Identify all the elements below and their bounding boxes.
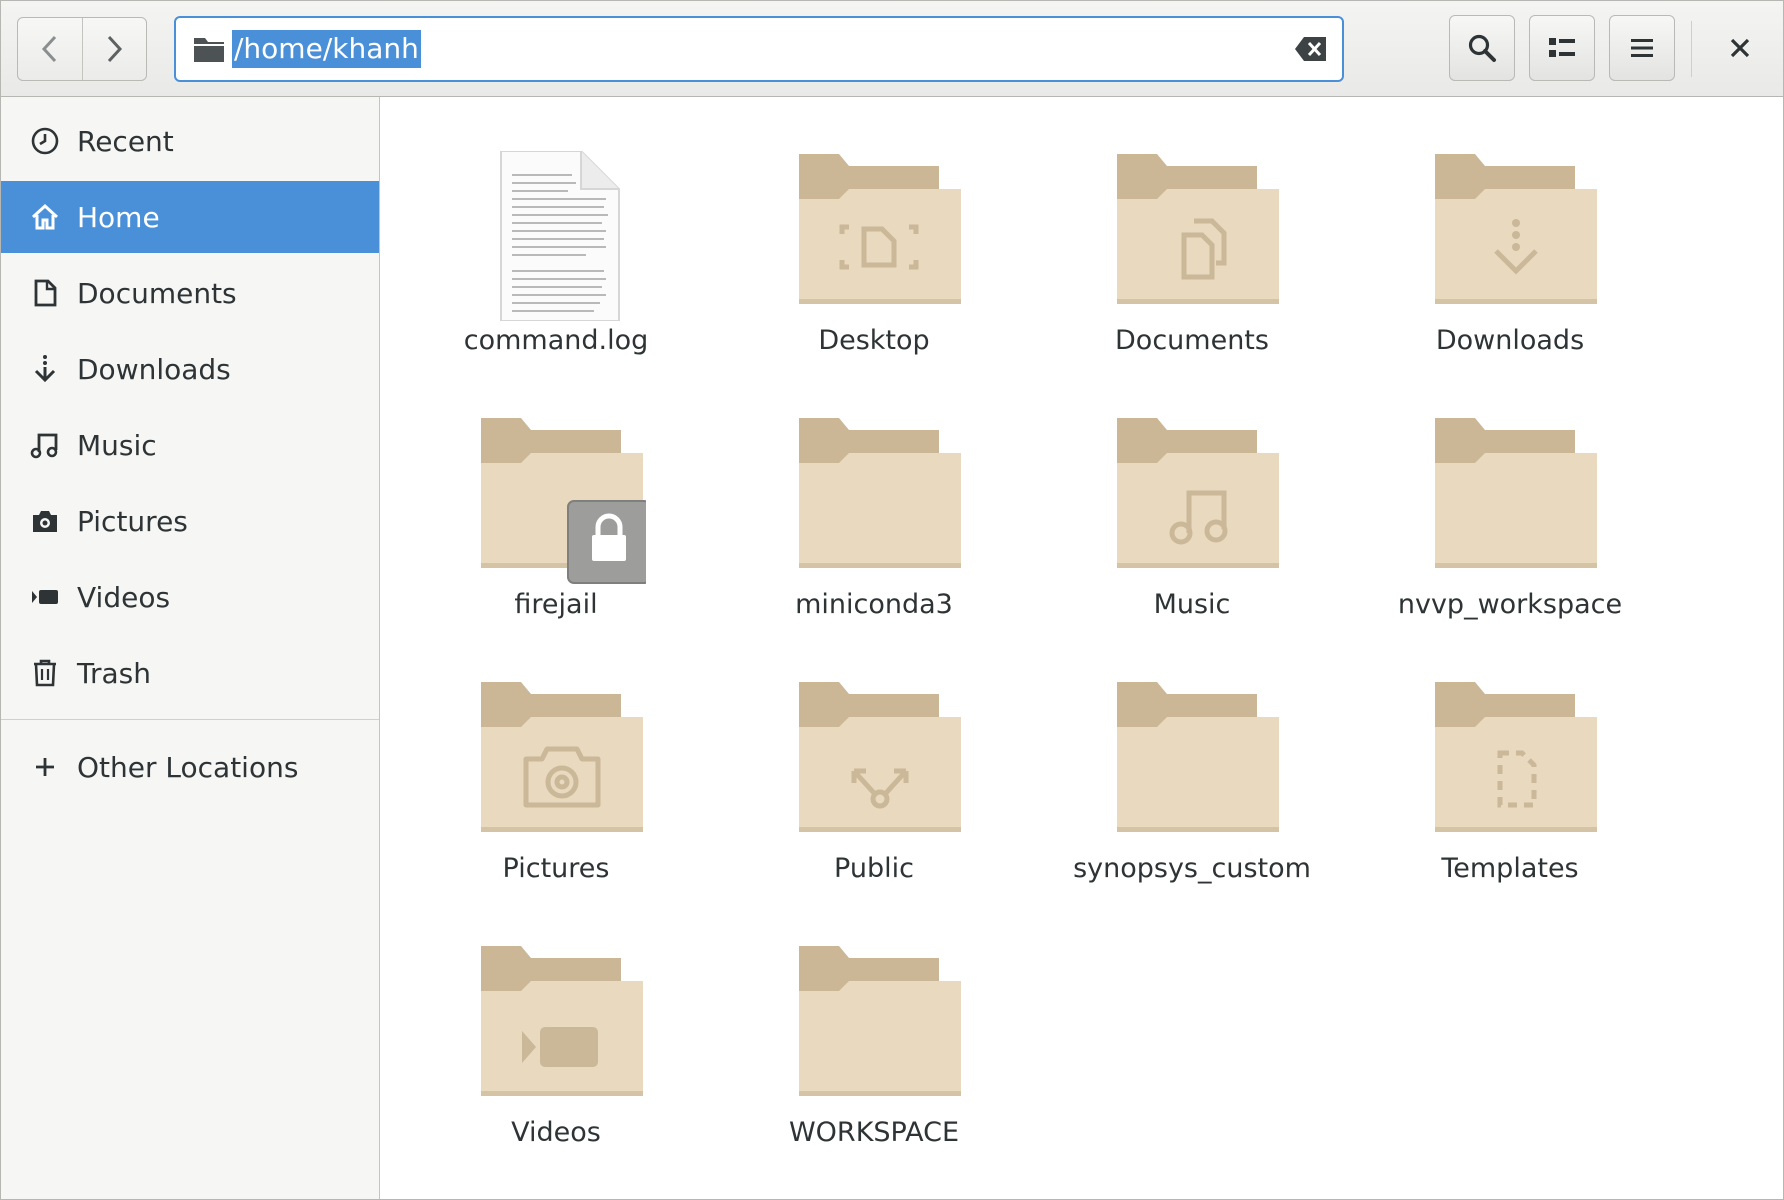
clear-text-icon[interactable] (1294, 34, 1328, 64)
menu-button[interactable] (1609, 15, 1675, 81)
sidebar-item-documents[interactable]: Documents (1, 257, 379, 329)
folder-name: Public (834, 853, 914, 884)
folder-icon (1112, 679, 1282, 849)
documents-folder-icon (1112, 151, 1282, 321)
folder-name: Desktop (818, 325, 930, 356)
folder-item-public[interactable]: Public (744, 645, 1004, 895)
folder-name: synopsys_custom (1073, 853, 1311, 884)
clock-icon (29, 125, 61, 157)
folder-name: Templates (1441, 853, 1579, 884)
music-icon (29, 429, 61, 461)
templates-folder-icon (1430, 679, 1600, 849)
forward-button[interactable] (81, 18, 147, 80)
folder-item-videos[interactable]: Videos (426, 909, 686, 1159)
folder-icon (794, 943, 964, 1113)
sidebar-item-label: Home (77, 200, 160, 234)
sidebar-item-home[interactable]: Home (1, 181, 379, 253)
folder-name: firejail (514, 589, 598, 620)
sidebar-separator (1, 719, 379, 720)
sidebar-item-label: Other Locations (77, 750, 299, 784)
close-icon (1729, 37, 1751, 59)
folder-name: Downloads (1435, 325, 1585, 356)
folder-name: Music (1153, 589, 1231, 620)
chevron-right-icon (103, 34, 125, 64)
sidebar-item-label: Music (77, 428, 157, 462)
folder-item-nvvp-workspace[interactable]: nvvp_workspace (1380, 381, 1640, 631)
sidebar-item-label: Downloads (77, 352, 231, 386)
view-toggle-button[interactable] (1529, 15, 1595, 81)
desktop-folder-icon (794, 151, 964, 321)
music-folder-icon (1112, 415, 1282, 585)
places-sidebar: Recent Home Documents Downloads Music Pi… (1, 97, 380, 1199)
sidebar-item-pictures[interactable]: Pictures (1, 485, 379, 557)
video-icon (29, 581, 61, 613)
sidebar-item-other-locations[interactable]: Other Locations (1, 731, 379, 803)
pictures-folder-icon (476, 679, 646, 849)
sidebar-item-label: Videos (77, 580, 171, 614)
file-item-command-log[interactable]: command.log (426, 117, 686, 367)
public-folder-icon (794, 679, 964, 849)
folder-item-desktop[interactable]: Desktop (744, 117, 1004, 367)
document-icon (29, 277, 61, 309)
folder-item-documents[interactable]: Documents (1062, 117, 1322, 367)
header-separator (1691, 21, 1692, 77)
folder-name: Pictures (502, 853, 610, 884)
hamburger-menu-icon (1629, 36, 1655, 60)
folder-item-music[interactable]: Music (1062, 381, 1322, 631)
sidebar-item-downloads[interactable]: Downloads (1, 333, 379, 405)
header-bar: /home/khanh (1, 1, 1783, 97)
sidebar-item-label: Documents (77, 276, 237, 310)
search-button[interactable] (1449, 15, 1515, 81)
folder-icon (192, 32, 226, 66)
back-button[interactable] (18, 18, 82, 80)
camera-icon (29, 505, 61, 537)
folder-item-firejail[interactable]: firejail (426, 381, 686, 631)
location-path-text[interactable]: /home/khanh (232, 30, 421, 68)
folder-name: WORKSPACE (788, 1117, 959, 1148)
list-view-icon (1547, 35, 1577, 61)
folder-item-templates[interactable]: Templates (1380, 645, 1640, 895)
search-icon (1467, 33, 1497, 63)
sidebar-item-label: Recent (77, 124, 174, 158)
home-icon (29, 201, 61, 233)
file-manager-window: /home/khanh Recent Home Documents Downlo… (0, 0, 1784, 1200)
videos-folder-icon (476, 943, 646, 1113)
location-bar[interactable]: /home/khanh (174, 16, 1344, 82)
sidebar-item-music[interactable]: Music (1, 409, 379, 481)
file-grid: command.log Desktop Documents Downloads … (381, 97, 1783, 1199)
sidebar-item-trash[interactable]: Trash (1, 637, 379, 709)
folder-icon (1430, 415, 1600, 585)
folder-name: nvvp_workspace (1397, 589, 1623, 620)
folder-item-workspace[interactable]: WORKSPACE (744, 909, 1004, 1159)
folder-name: Documents (1115, 325, 1269, 356)
folder-item-pictures[interactable]: Pictures (426, 645, 686, 895)
folder-item-miniconda3[interactable]: miniconda3 (744, 381, 1004, 631)
folder-name: miniconda3 (795, 589, 953, 620)
navigation-buttons (17, 17, 147, 81)
locked-folder-icon (476, 415, 646, 585)
folder-item-synopsys-custom[interactable]: synopsys_custom (1062, 645, 1322, 895)
sidebar-item-label: Trash (77, 656, 151, 690)
folder-name: Videos (511, 1117, 601, 1148)
downloads-folder-icon (1430, 151, 1600, 321)
download-icon (29, 353, 61, 385)
close-window-button[interactable] (1707, 15, 1773, 81)
file-name: command.log (463, 325, 649, 356)
text-file-icon (476, 151, 646, 321)
trash-icon (29, 657, 61, 689)
sidebar-item-videos[interactable]: Videos (1, 561, 379, 633)
folder-item-downloads[interactable]: Downloads (1380, 117, 1640, 367)
sidebar-item-label: Pictures (77, 504, 188, 538)
chevron-left-icon (39, 34, 61, 64)
folder-icon (794, 415, 964, 585)
plus-icon (29, 751, 61, 783)
sidebar-item-recent[interactable]: Recent (1, 105, 379, 177)
